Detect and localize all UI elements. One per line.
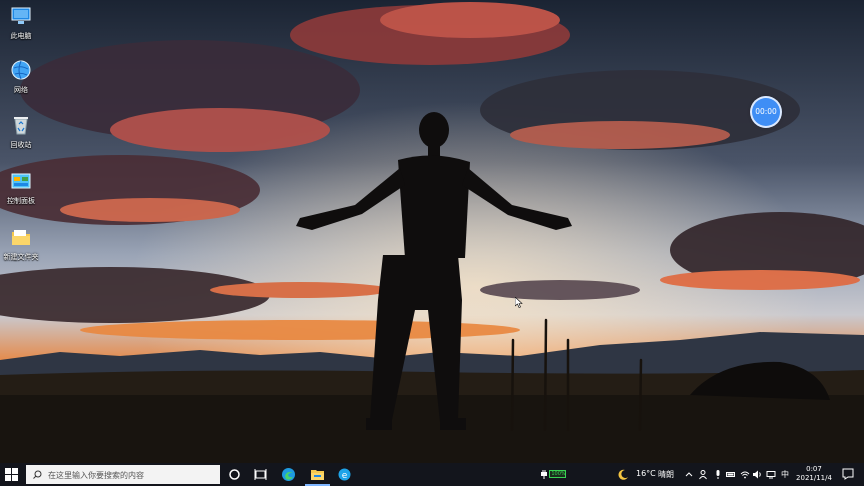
battery-icon[interactable] bbox=[726, 469, 736, 480]
computer-icon bbox=[11, 7, 31, 24]
folder-icon bbox=[12, 230, 30, 245]
control-panel-icon bbox=[11, 173, 31, 189]
mouse-cursor-icon bbox=[515, 297, 523, 308]
desktop-icon-label: 新建文件夹 bbox=[3, 253, 39, 261]
weather-description[interactable]: 晴朗 bbox=[658, 469, 674, 480]
battery-percent: 100% bbox=[551, 471, 566, 477]
desktop-icon-this-pc[interactable]: 此电脑 bbox=[2, 5, 40, 41]
ie-icon[interactable]: e bbox=[336, 466, 353, 483]
weather-temperature[interactable]: 16°C bbox=[636, 469, 656, 478]
floating-timer-button[interactable]: 00:00 bbox=[752, 98, 780, 126]
chevron-up-icon[interactable] bbox=[684, 469, 694, 480]
speaker-icon[interactable] bbox=[752, 469, 762, 480]
desktop-icon-new-folder[interactable]: 新建文件夹 bbox=[2, 226, 40, 262]
display-icon[interactable] bbox=[766, 469, 776, 480]
plug-icon bbox=[541, 470, 547, 479]
cortana-icon[interactable] bbox=[226, 466, 243, 483]
desktop-icon-label: 此电脑 bbox=[10, 32, 32, 40]
task-view-icon[interactable] bbox=[252, 466, 269, 483]
desktop-icon-label: 回收站 bbox=[10, 141, 32, 149]
battery-indicator[interactable]: 100% bbox=[540, 469, 568, 480]
svg-text:e: e bbox=[342, 471, 348, 481]
input-method-indicator[interactable]: 中 bbox=[781, 469, 789, 480]
wifi-icon[interactable] bbox=[740, 469, 750, 480]
desktop-icon-network[interactable]: 网络 bbox=[2, 59, 40, 95]
battery-level-box: 100% bbox=[549, 470, 566, 478]
clock-date: 2021/11/4 bbox=[796, 474, 832, 482]
clock-time: 0:07 bbox=[806, 465, 822, 473]
moon-weather-icon bbox=[618, 469, 628, 480]
person-icon[interactable] bbox=[698, 469, 708, 480]
edge-icon[interactable] bbox=[280, 466, 297, 483]
search-placeholder: 在这里输入你要搜索的内容 bbox=[48, 471, 144, 480]
system-clock[interactable]: 0:07 2021/11/4 bbox=[796, 465, 832, 483]
microphone-icon[interactable] bbox=[713, 469, 723, 480]
desktop-wallpaper bbox=[0, 0, 864, 463]
search-icon bbox=[33, 470, 42, 479]
desktop-icon-recycle-bin[interactable]: 回收站 bbox=[2, 114, 40, 150]
desktop-icon-label: 网络 bbox=[14, 86, 28, 94]
windows-start-button[interactable] bbox=[4, 467, 19, 482]
notification-center-icon[interactable] bbox=[842, 468, 854, 480]
taskbar: 在这里输入你要搜索的内容 e 100% 16°C 晴朗 中 0:07 2021/… bbox=[0, 463, 864, 486]
desktop-icon-control-panel[interactable]: 控制面板 bbox=[2, 170, 40, 206]
taskbar-search-box[interactable]: 在这里输入你要搜索的内容 bbox=[26, 465, 220, 484]
network-globe-icon bbox=[11, 60, 31, 80]
desktop-icon-label: 控制面板 bbox=[7, 197, 35, 205]
recycle-bin-icon bbox=[14, 117, 28, 135]
file-explorer-icon[interactable] bbox=[309, 466, 326, 483]
